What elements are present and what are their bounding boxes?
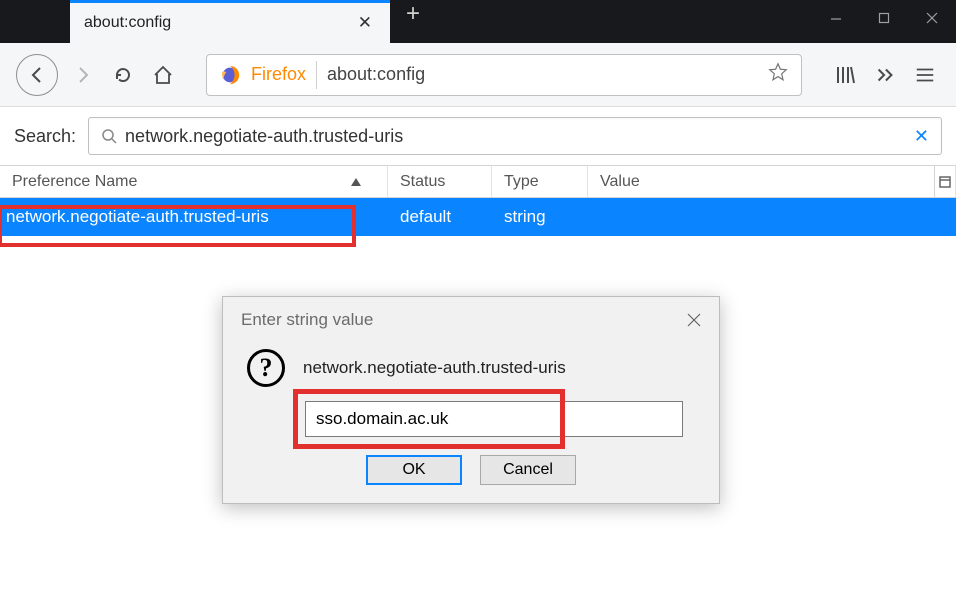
bookmark-star-icon[interactable] bbox=[767, 61, 789, 88]
column-pref-label: Preference Name bbox=[12, 173, 137, 191]
column-value[interactable]: Value bbox=[588, 166, 956, 197]
tab-title: about:config bbox=[84, 14, 354, 32]
plus-icon: + bbox=[406, 0, 420, 28]
sort-ascending-icon bbox=[351, 178, 361, 186]
urlbar-separator bbox=[316, 61, 317, 89]
nav-toolbar: Firefox about:config bbox=[0, 43, 956, 107]
pref-column-header: Preference Name Status Type Value bbox=[0, 165, 956, 198]
column-type[interactable]: Type bbox=[492, 166, 588, 197]
search-row: Search: ✕ bbox=[0, 107, 956, 165]
cancel-button[interactable]: Cancel bbox=[480, 455, 576, 485]
forward-button[interactable] bbox=[68, 60, 98, 90]
window-titlebar: about:config ✕ + bbox=[0, 0, 956, 43]
home-button[interactable] bbox=[148, 60, 178, 90]
column-preference-name[interactable]: Preference Name bbox=[0, 166, 388, 197]
pref-name-text: network.negotiate-auth.trusted-uris bbox=[6, 207, 269, 226]
dialog-close-button[interactable] bbox=[681, 307, 707, 333]
dialog-message-row: ? network.negotiate-auth.trusted-uris bbox=[247, 349, 695, 387]
clear-search-icon[interactable]: ✕ bbox=[914, 126, 929, 147]
close-tab-icon[interactable]: ✕ bbox=[354, 11, 376, 35]
string-value-dialog: Enter string value ? network.negotiate-a… bbox=[222, 296, 720, 504]
search-box[interactable]: ✕ bbox=[88, 117, 942, 155]
pref-status-cell: default bbox=[388, 207, 492, 227]
dialog-title: Enter string value bbox=[241, 310, 373, 330]
window-controls bbox=[812, 0, 956, 36]
pref-row-selected[interactable]: network.negotiate-auth.trusted-uris defa… bbox=[0, 198, 956, 236]
search-input[interactable] bbox=[125, 126, 906, 147]
close-window-button[interactable] bbox=[908, 0, 956, 36]
url-bar[interactable]: Firefox about:config bbox=[206, 54, 802, 96]
dialog-input[interactable] bbox=[305, 401, 683, 437]
search-icon bbox=[101, 128, 117, 144]
firefox-label: Firefox bbox=[251, 64, 306, 85]
tab-strip-left-space bbox=[0, 0, 70, 43]
minimize-button[interactable] bbox=[812, 0, 860, 36]
ok-button[interactable]: OK bbox=[366, 455, 462, 485]
dialog-input-wrap bbox=[305, 401, 695, 437]
dialog-pref-name: network.negotiate-auth.trusted-uris bbox=[303, 358, 566, 378]
new-tab-button[interactable]: + bbox=[390, 0, 436, 28]
firefox-logo-icon bbox=[219, 64, 241, 86]
search-label: Search: bbox=[14, 126, 76, 147]
maximize-button[interactable] bbox=[860, 0, 908, 36]
reload-button[interactable] bbox=[108, 60, 138, 90]
question-icon: ? bbox=[247, 349, 285, 387]
column-status-label: Status bbox=[400, 173, 445, 191]
pref-name-cell: network.negotiate-auth.trusted-uris bbox=[0, 207, 388, 227]
library-button[interactable] bbox=[830, 60, 860, 90]
column-value-label: Value bbox=[600, 173, 640, 191]
dialog-button-row: OK Cancel bbox=[247, 455, 695, 485]
column-type-label: Type bbox=[504, 173, 539, 191]
pref-type-cell: string bbox=[492, 207, 588, 227]
column-status[interactable]: Status bbox=[388, 166, 492, 197]
menu-button[interactable] bbox=[910, 60, 940, 90]
dialog-body: ? network.negotiate-auth.trusted-uris OK… bbox=[223, 343, 719, 503]
browser-tab-active[interactable]: about:config ✕ bbox=[70, 3, 390, 43]
overflow-button[interactable] bbox=[870, 60, 900, 90]
dialog-title-bar: Enter string value bbox=[223, 297, 719, 343]
back-button[interactable] bbox=[16, 54, 58, 96]
url-text: about:config bbox=[327, 64, 757, 85]
column-picker-icon[interactable] bbox=[934, 166, 954, 197]
